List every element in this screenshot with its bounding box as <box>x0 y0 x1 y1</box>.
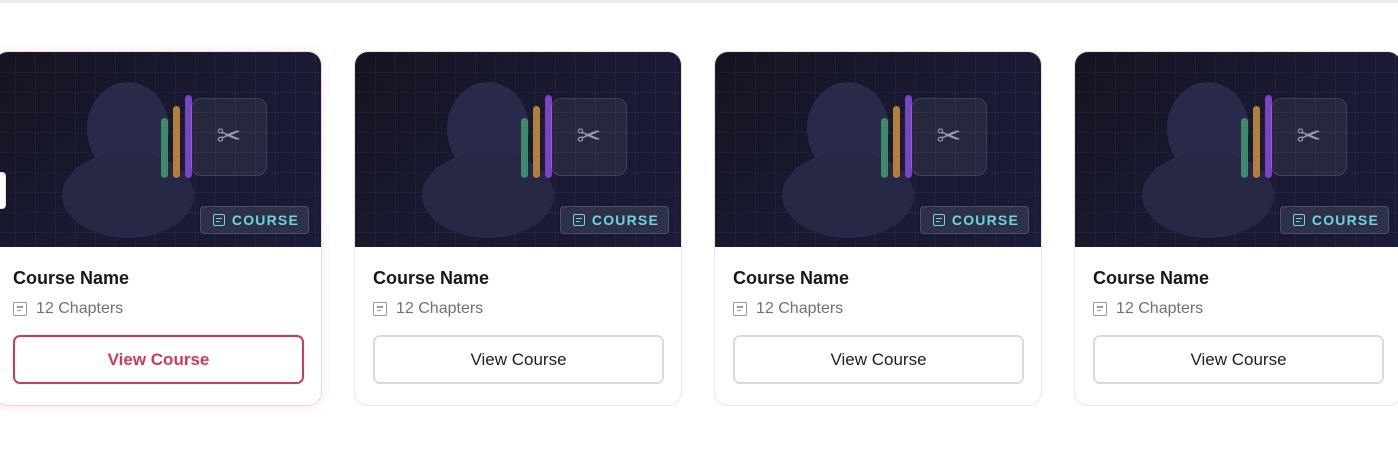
chapter-count-label: 12 Chapters <box>396 300 484 317</box>
chapter-count-label: 12 Chapters <box>1116 300 1204 317</box>
tool-tile: ✂ <box>191 98 267 176</box>
scissors-icon: ✂ <box>1296 119 1322 154</box>
chapter-count: 12 Chapters <box>13 300 123 318</box>
scissors-icon: ✂ <box>576 119 602 154</box>
orange-stripe <box>533 106 540 178</box>
course-thumbnail: ✂ COURSE <box>0 52 321 247</box>
course-title: Course Name <box>733 268 850 288</box>
green-stripe <box>881 118 888 178</box>
tool-tile: ✂ <box>1271 98 1347 176</box>
course-title: Course Name <box>13 268 130 288</box>
tool-tile: ✂ <box>911 98 987 176</box>
course-card[interactable]: ✂ COURSE Course Name 12 Chapters View Co… <box>0 51 322 406</box>
course-title: Course Name <box>373 268 490 288</box>
course-thumbnail: ✂ COURSE <box>715 52 1041 247</box>
document-icon <box>373 302 387 316</box>
view-course-button[interactable]: View Course <box>1093 335 1384 384</box>
chapter-count: 12 Chapters <box>733 300 843 318</box>
course-card-row: ✂ COURSE Course Name 12 Chapters View Co… <box>0 0 1398 454</box>
scissors-icon: ✂ <box>216 119 242 154</box>
document-icon <box>1292 214 1305 226</box>
document-icon <box>733 302 747 316</box>
course-badge-label: COURSE <box>1311 212 1379 228</box>
view-course-button[interactable]: View Course <box>373 335 664 384</box>
scroll-left-handle[interactable] <box>0 172 6 209</box>
course-thumbnail: ✂ COURSE <box>1075 52 1398 247</box>
view-course-button[interactable]: View Course <box>13 335 304 384</box>
orange-stripe <box>1253 106 1260 178</box>
course-badge: COURSE <box>559 206 669 234</box>
tool-tile: ✂ <box>551 98 627 176</box>
course-badge: COURSE <box>1279 206 1389 234</box>
course-thumbnail: ✂ COURSE <box>355 52 681 247</box>
course-card[interactable]: ✂ COURSE Course Name 12 Chapters View Co… <box>714 51 1042 406</box>
chapter-count-label: 12 Chapters <box>756 300 844 317</box>
orange-stripe <box>893 106 900 178</box>
document-icon <box>1093 302 1107 316</box>
course-badge-label: COURSE <box>951 212 1019 228</box>
scissors-icon: ✂ <box>936 119 962 154</box>
course-badge: COURSE <box>919 206 1029 234</box>
course-badge: COURSE <box>199 206 309 234</box>
document-icon <box>572 214 585 226</box>
green-stripe <box>161 118 168 178</box>
document-icon <box>932 214 945 226</box>
view-course-button[interactable]: View Course <box>733 335 1024 384</box>
document-icon <box>212 214 225 226</box>
course-card[interactable]: ✂ COURSE Course Name 12 Chapters View Co… <box>354 51 682 406</box>
course-badge-label: COURSE <box>231 212 299 228</box>
document-icon <box>13 302 27 316</box>
green-stripe <box>521 118 528 178</box>
chapter-count: 12 Chapters <box>373 300 483 318</box>
chapter-count-label: 12 Chapters <box>36 300 124 317</box>
course-title: Course Name <box>1093 268 1210 288</box>
course-card[interactable]: ✂ COURSE Course Name 12 Chapters View Co… <box>1074 51 1398 406</box>
orange-stripe <box>173 106 180 178</box>
chapter-count: 12 Chapters <box>1093 300 1203 318</box>
course-badge-label: COURSE <box>591 212 659 228</box>
green-stripe <box>1241 118 1248 178</box>
